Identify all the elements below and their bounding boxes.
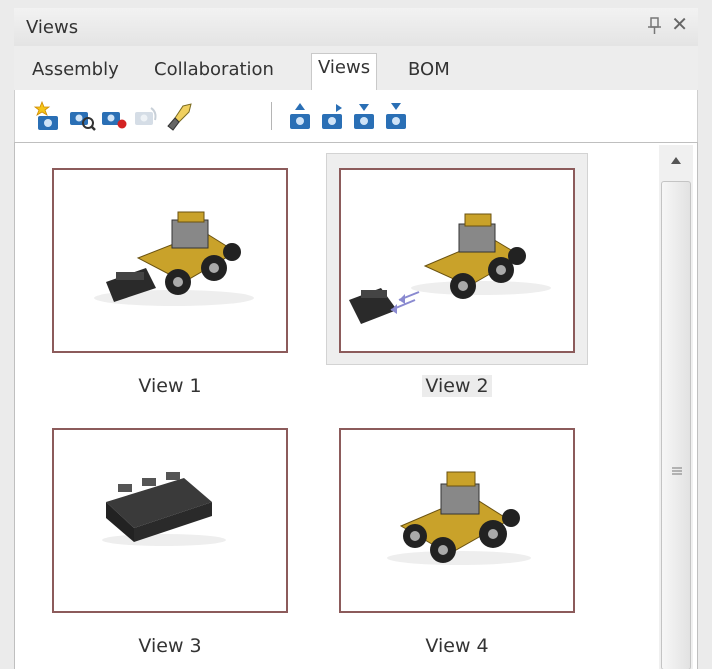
move-down-icon[interactable] xyxy=(349,100,379,134)
tractor-with-bucket-image xyxy=(94,211,254,306)
new-view-icon[interactable] xyxy=(33,100,63,134)
tab-assembly[interactable]: Assembly xyxy=(26,56,125,90)
tab-views[interactable]: Views xyxy=(311,53,378,90)
views-gallery: View 1 View 2 View 3 View 4 xyxy=(14,142,698,669)
move-first-icon[interactable] xyxy=(285,100,315,134)
move-up-icon[interactable] xyxy=(317,100,347,134)
views-panel: Views ✕ Assembly Collaboration Views BOM xyxy=(0,0,712,669)
scroll-grip-icon xyxy=(672,467,682,475)
view-2-label[interactable]: View 2 xyxy=(339,375,575,397)
tractor-body-image xyxy=(387,471,531,565)
tab-bar: Assembly Collaboration Views BOM xyxy=(14,46,698,90)
view-1-thumbnail[interactable] xyxy=(52,168,288,353)
scroll-up-arrow-icon[interactable] xyxy=(665,153,687,169)
pin-icon[interactable] xyxy=(646,16,664,36)
view-4-thumbnail[interactable] xyxy=(339,428,575,613)
panel-title-bar: Views ✕ xyxy=(14,8,698,46)
tab-bom[interactable]: BOM xyxy=(402,56,456,90)
vertical-scrollbar[interactable] xyxy=(659,145,693,669)
views-toolbar xyxy=(14,90,698,142)
view-2-label-text: View 2 xyxy=(422,375,492,397)
view-disabled-icon xyxy=(135,107,157,125)
view-3-label[interactable]: View 3 xyxy=(52,635,288,657)
brush-icon[interactable] xyxy=(165,100,195,134)
tab-collaboration[interactable]: Collaboration xyxy=(148,56,280,90)
tractor-exploded-image xyxy=(349,213,551,324)
view-4-label[interactable]: View 4 xyxy=(339,635,575,657)
delete-view-icon[interactable] xyxy=(99,100,129,134)
update-view-icon[interactable] xyxy=(67,100,97,134)
panel-title: Views xyxy=(26,17,79,38)
scrollbar-thumb[interactable] xyxy=(661,181,691,669)
view-3-thumbnail[interactable] xyxy=(52,428,288,613)
bucket-part-image xyxy=(102,472,226,546)
move-last-icon[interactable] xyxy=(381,100,411,134)
toolbar-separator xyxy=(271,102,272,130)
close-icon[interactable]: ✕ xyxy=(671,14,688,34)
view-2-thumbnail[interactable] xyxy=(339,168,575,353)
view-1-label[interactable]: View 1 xyxy=(52,375,288,397)
